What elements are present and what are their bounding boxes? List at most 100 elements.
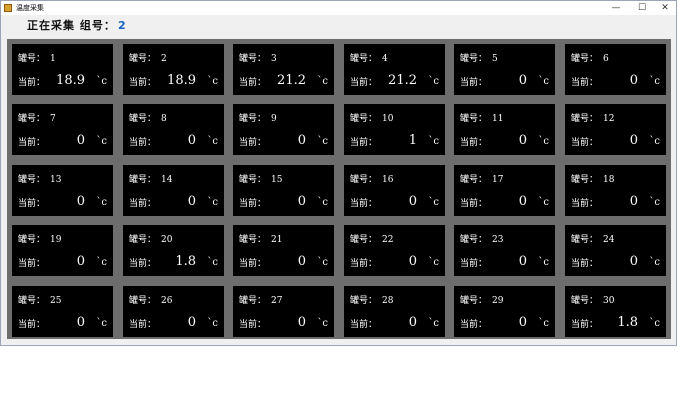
unit-label: `c: [649, 257, 660, 268]
tank-tile: 罐号： 28 当前： 0 `c: [344, 286, 445, 337]
tank-number-label: 罐号：: [571, 114, 599, 124]
current-temperature: 18.9: [167, 73, 196, 88]
tank-tile: 罐号： 19 当前： 0 `c: [12, 225, 113, 276]
tank-number: 26: [161, 296, 173, 306]
tank-tile: 罐号： 7 当前： 0 `c: [12, 104, 113, 155]
current-temperature: 0: [297, 315, 306, 330]
current-label: 当前：: [350, 259, 378, 269]
current-label: 当前：: [571, 78, 599, 88]
current-label: 当前：: [239, 320, 267, 330]
tank-number: 20: [161, 235, 173, 245]
tank-number: 22: [382, 235, 394, 245]
tank-number-label: 罐号：: [18, 54, 46, 64]
tank-number-label: 罐号：: [571, 235, 599, 245]
current-temperature: 0: [408, 194, 417, 209]
tank-number-label: 罐号：: [239, 235, 267, 245]
current-label: 当前：: [239, 138, 267, 148]
current-temperature: 0: [629, 194, 638, 209]
tank-tile: 罐号： 12 当前： 0 `c: [565, 104, 666, 155]
tank-tile: 罐号： 2 当前： 18.9 `c: [123, 44, 224, 95]
app-icon: [4, 4, 12, 12]
tank-number-label: 罐号：: [18, 114, 46, 124]
tank-number: 15: [271, 175, 283, 185]
current-label: 当前：: [18, 138, 46, 148]
current-temperature: 0: [187, 315, 196, 330]
current-label: 当前：: [460, 138, 488, 148]
minimize-button[interactable]: —: [604, 1, 628, 15]
tank-tile: 罐号： 27 当前： 0 `c: [233, 286, 334, 337]
tank-tile: 罐号： 1 当前： 18.9 `c: [12, 44, 113, 95]
unit-label: `c: [428, 257, 439, 268]
current-label: 当前：: [571, 259, 599, 269]
tank-number: 13: [50, 175, 62, 185]
current-label: 当前：: [460, 78, 488, 88]
unit-label: `c: [428, 136, 439, 147]
tank-number: 1: [50, 54, 56, 64]
tank-number-label: 罐号：: [460, 114, 488, 124]
current-temperature: 0: [297, 254, 306, 269]
current-temperature: 0: [629, 254, 638, 269]
unit-label: `c: [96, 318, 107, 329]
current-temperature: 0: [629, 133, 638, 148]
tank-number-label: 罐号：: [571, 54, 599, 64]
unit-label: `c: [317, 318, 328, 329]
current-label: 当前：: [350, 78, 378, 88]
unit-label: `c: [538, 136, 549, 147]
current-temperature: 0: [408, 315, 417, 330]
current-temperature: 0: [187, 194, 196, 209]
tank-number: 10: [382, 114, 394, 124]
tank-tile: 罐号： 17 当前： 0 `c: [454, 165, 555, 216]
current-temperature: 0: [518, 254, 527, 269]
current-label: 当前：: [571, 199, 599, 209]
unit-label: `c: [317, 136, 328, 147]
current-label: 当前：: [129, 320, 157, 330]
unit-label: `c: [207, 318, 218, 329]
tank-tile: 罐号： 18 当前： 0 `c: [565, 165, 666, 216]
current-temperature: 18.9: [56, 73, 85, 88]
tank-number: 2: [161, 54, 167, 64]
unit-label: `c: [649, 197, 660, 208]
tank-number-label: 罐号：: [239, 175, 267, 185]
current-temperature: 0: [518, 315, 527, 330]
unit-label: `c: [317, 197, 328, 208]
tank-tile: 罐号： 25 当前： 0 `c: [12, 286, 113, 337]
tank-tile: 罐号： 6 当前： 0 `c: [565, 44, 666, 95]
current-label: 当前：: [460, 259, 488, 269]
tank-number-label: 罐号：: [239, 54, 267, 64]
tank-number: 14: [161, 175, 173, 185]
tank-number-label: 罐号：: [571, 296, 599, 306]
current-temperature: 0: [408, 254, 417, 269]
current-label: 当前：: [239, 259, 267, 269]
unit-label: `c: [317, 76, 328, 87]
current-temperature: 1: [408, 133, 417, 148]
current-temperature: 0: [187, 133, 196, 148]
tank-tile: 罐号： 10 当前： 1 `c: [344, 104, 445, 155]
tank-number: 23: [492, 235, 504, 245]
tank-number-label: 罐号：: [129, 114, 157, 124]
tank-number: 30: [603, 296, 615, 306]
unit-label: `c: [538, 197, 549, 208]
current-label: 当前：: [460, 320, 488, 330]
current-temperature: 1.8: [617, 315, 638, 330]
current-label: 当前：: [460, 199, 488, 209]
tank-tile: 罐号： 16 当前： 0 `c: [344, 165, 445, 216]
current-label: 当前：: [129, 138, 157, 148]
current-temperature: 21.2: [388, 73, 417, 88]
tank-number-label: 罐号：: [460, 54, 488, 64]
close-button[interactable]: ✕: [653, 1, 677, 15]
tank-number-label: 罐号：: [129, 175, 157, 185]
unit-label: `c: [428, 318, 439, 329]
tank-number-label: 罐号：: [129, 296, 157, 306]
unit-label: `c: [207, 136, 218, 147]
tank-number-label: 罐号：: [460, 175, 488, 185]
unit-label: `c: [96, 76, 107, 87]
unit-label: `c: [649, 136, 660, 147]
title-bar[interactable]: 温度采集 — ☐ ✕: [1, 1, 676, 15]
tank-number-label: 罐号：: [18, 235, 46, 245]
unit-label: `c: [538, 257, 549, 268]
tank-number: 11: [492, 114, 504, 124]
tank-tile: 罐号： 30 当前： 1.8 `c: [565, 286, 666, 337]
tank-number-label: 罐号：: [350, 114, 378, 124]
tank-number: 4: [382, 54, 388, 64]
maximize-button[interactable]: ☐: [630, 1, 654, 15]
